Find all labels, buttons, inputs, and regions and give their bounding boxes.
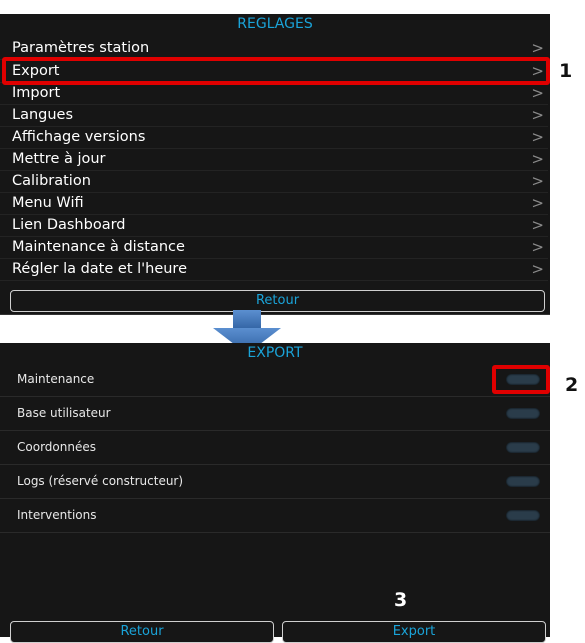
highlight-export-item <box>2 57 550 85</box>
chevron-right-icon: > <box>531 172 544 190</box>
menu-item-label: Menu Wifi <box>12 195 84 211</box>
menu-item-label: Calibration <box>12 173 91 189</box>
export-title: EXPORT <box>247 345 303 361</box>
highlight-maintenance-toggle <box>492 365 550 394</box>
base-utilisateur-toggle[interactable] <box>506 408 540 419</box>
menu-item-calibration[interactable]: Calibration > <box>0 170 548 193</box>
menu-item-label: Mettre à jour <box>12 151 106 167</box>
chevron-right-icon: > <box>531 238 544 256</box>
export-panel: EXPORT Maintenance Base utilisateur Coor… <box>0 343 550 643</box>
menu-item-menu-wifi[interactable]: Menu Wifi > <box>0 192 548 215</box>
settings-back-button[interactable]: Retour <box>10 290 545 312</box>
menu-item-label: Régler la date et l'heure <box>12 261 187 277</box>
export-confirm-button[interactable]: Export <box>282 621 546 643</box>
export-row-label: Interventions <box>17 508 97 522</box>
export-row-label: Maintenance <box>17 372 95 386</box>
chevron-right-icon: > <box>531 84 544 102</box>
chevron-right-icon: > <box>531 260 544 278</box>
menu-item-mettre-a-jour[interactable]: Mettre à jour > <box>0 148 548 171</box>
menu-item-label: Paramètres station <box>12 40 150 56</box>
export-row-label: Base utilisateur <box>17 406 111 420</box>
menu-item-label: Import <box>12 85 61 101</box>
menu-item-affichage-versions[interactable]: Affichage versions > <box>0 126 548 149</box>
menu-item-label: Lien Dashboard <box>12 217 126 233</box>
coordonnees-toggle[interactable] <box>506 442 540 453</box>
export-row-maintenance: Maintenance <box>0 363 550 397</box>
export-back-button[interactable]: Retour <box>10 621 274 643</box>
export-row-coordonnees: Coordonnées <box>0 431 550 465</box>
menu-item-label: Affichage versions <box>12 129 146 145</box>
settings-title: REGLAGES <box>237 16 313 32</box>
chevron-right-icon: > <box>531 150 544 168</box>
export-row-base-utilisateur: Base utilisateur <box>0 397 550 431</box>
menu-item-lien-dashboard[interactable]: Lien Dashboard > <box>0 214 548 237</box>
export-row-interventions: Interventions <box>0 499 550 533</box>
menu-item-regler-date-heure[interactable]: Régler la date et l'heure > <box>0 258 548 281</box>
chevron-right-icon: > <box>531 39 544 57</box>
chevron-right-icon: > <box>531 216 544 234</box>
menu-item-langues[interactable]: Langues > <box>0 104 548 127</box>
interventions-toggle[interactable] <box>506 510 540 521</box>
chevron-right-icon: > <box>531 194 544 212</box>
step-number-1: 1 <box>559 60 573 82</box>
export-row-logs: Logs (réservé constructeur) <box>0 465 550 499</box>
chevron-right-icon: > <box>531 128 544 146</box>
chevron-right-icon: > <box>531 106 544 124</box>
logs-toggle[interactable] <box>506 476 540 487</box>
export-row-label: Coordonnées <box>17 440 96 454</box>
menu-item-label: Langues <box>12 107 74 123</box>
menu-item-label: Maintenance à distance <box>12 239 185 255</box>
step-number-3: 3 <box>394 589 408 611</box>
menu-item-import[interactable]: Import > <box>0 82 548 105</box>
export-row-label: Logs (réservé constructeur) <box>17 474 184 488</box>
step-number-2: 2 <box>565 374 579 396</box>
menu-item-maintenance-a-distance[interactable]: Maintenance à distance > <box>0 236 548 259</box>
